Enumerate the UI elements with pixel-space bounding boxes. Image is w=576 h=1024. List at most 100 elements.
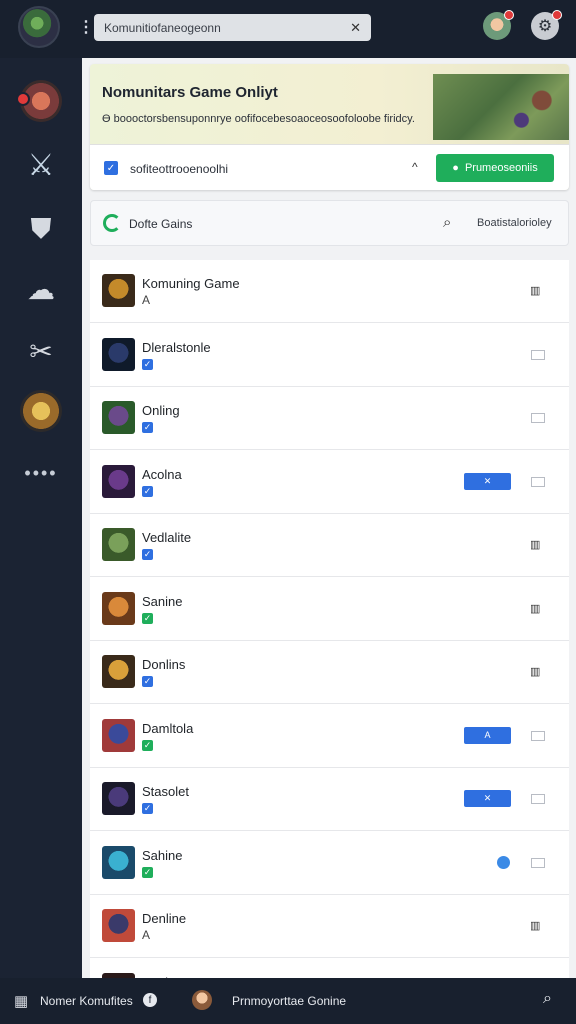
- game-thumbnail: [102, 909, 135, 942]
- game-list-row[interactable]: Damltola ✓ A: [90, 705, 569, 768]
- select-checkbox[interactable]: [531, 413, 545, 423]
- game-thumbnail: [102, 528, 135, 561]
- game-name: Sanine: [142, 593, 183, 609]
- sort-dropdown[interactable]: Boatistalorioley: [477, 217, 552, 229]
- game-status-badge: ✓: [142, 549, 153, 560]
- game-list: Komuning Game A ▥ Dleralstonle ✓ Onling ✓ Acoln…: [90, 260, 569, 978]
- game-list-row[interactable]: Denline A ▥: [90, 895, 569, 958]
- game-list-row[interactable]: Donlins ✓ ▥: [90, 641, 569, 704]
- game-status-badge: A: [142, 928, 151, 942]
- banner-title: Nomunitars Game Onliyt: [102, 84, 278, 101]
- select-checkbox[interactable]: [531, 349, 545, 360]
- bottom-search-icon[interactable]: ⌕: [543, 990, 552, 1008]
- game-name: Komuning Game: [142, 276, 240, 291]
- bottom-avatar[interactable]: [192, 990, 212, 1010]
- banner-game-image: [433, 74, 569, 140]
- search-text: Komunitiofaneogeonn: [104, 20, 221, 35]
- game-name: Damltola: [142, 720, 194, 736]
- game-list-row[interactable]: Stasolet ✓ ✕: [90, 768, 569, 831]
- search-icon[interactable]: ⌕: [443, 214, 451, 231]
- chat-icon[interactable]: ☁: [20, 268, 62, 310]
- row-action-button[interactable]: ✕: [464, 472, 511, 490]
- button-icon: ●: [452, 162, 459, 174]
- settings-gear-icon[interactable]: ⚙: [531, 10, 562, 40]
- game-status-badge: ✓: [142, 422, 153, 433]
- game-thumbnail: [102, 845, 135, 879]
- checkbox[interactable]: ✓: [104, 161, 118, 175]
- game-name: Sahine: [142, 847, 183, 863]
- game-name: Dleralstonle: [142, 339, 211, 355]
- filter-label: Dofte Gains: [129, 217, 193, 231]
- info-icon[interactable]: f: [143, 993, 157, 1007]
- select-checkbox[interactable]: [531, 730, 545, 741]
- promote-button[interactable]: ● Prumeoseoniis: [436, 154, 554, 182]
- game-list-row[interactable]: Dleralstonle ✓: [90, 324, 569, 387]
- sidebar-game-avatar-2[interactable]: [20, 390, 62, 432]
- game-list-row[interactable]: Onling ✓: [90, 387, 569, 450]
- game-status-badge: ✓: [142, 358, 153, 370]
- game-status-badge: ✓: [142, 485, 153, 497]
- row-action-button[interactable]: ✕: [464, 790, 511, 807]
- left-sidebar: ⚔ ⛊ ☁ ✂ ••••: [0, 58, 82, 978]
- more-vertical-icon[interactable]: ⋮: [78, 17, 94, 37]
- game-list-row[interactable]: Komuning Game A ▥: [90, 260, 569, 323]
- user-avatar[interactable]: [483, 10, 514, 40]
- game-thumbnail: [102, 591, 135, 625]
- more-horizontal-icon[interactable]: ••••: [20, 452, 62, 494]
- game-thumbnail: [102, 274, 135, 307]
- grid-icon[interactable]: ▦: [14, 992, 28, 1010]
- game-list-row[interactable]: Spolcenco: [90, 959, 569, 978]
- game-thumbnail: [102, 655, 135, 688]
- alert-dot: [16, 92, 30, 106]
- game-list-row[interactable]: Sanine ✓ ▥: [90, 578, 569, 641]
- sidebar-game-avatar-1[interactable]: [16, 80, 62, 122]
- caret-up-icon[interactable]: ^: [412, 160, 418, 174]
- game-status-badge: ✓: [142, 739, 153, 751]
- game-list-row[interactable]: Acolna ✓ ✕: [90, 451, 569, 514]
- featured-banner: Nomunitars Game Onliyt Ɵ boooctorsbensup…: [90, 64, 569, 190]
- game-status-badge: ✓: [142, 866, 153, 878]
- banner-description: Ɵ boooctorsbensuponnrye oofifocebesoaoce…: [102, 113, 415, 125]
- banner-actions: ✓ sofiteottrooenoolhi ^ ● Prumeoseoniis: [90, 144, 569, 190]
- grid-view-icon[interactable]: ▥: [530, 919, 540, 932]
- sword-icon[interactable]: ⚔: [20, 144, 62, 186]
- game-thumbnail: [102, 782, 135, 815]
- select-checkbox[interactable]: [531, 794, 545, 804]
- select-checkbox[interactable]: [531, 476, 545, 487]
- game-list-row[interactable]: Sahine ✓: [90, 832, 569, 895]
- game-thumbnail: [102, 464, 135, 498]
- main-panel: Nomunitars Game Onliyt Ɵ boooctorsbensup…: [82, 58, 576, 978]
- game-name: Donlins: [142, 657, 186, 672]
- game-status-badge: A: [142, 293, 151, 307]
- top-bar: ⋮ Komunitiofaneogeonn ✕ ⚙: [0, 0, 576, 58]
- settings-badge: [552, 10, 562, 20]
- bottom-label-game[interactable]: Prnmoyorttae Gonine: [232, 994, 346, 1008]
- row-action-button[interactable]: A: [464, 726, 511, 744]
- profile-avatar[interactable]: [18, 6, 60, 48]
- game-name: Acolna: [142, 466, 182, 482]
- grid-view-icon[interactable]: ▥: [530, 602, 540, 615]
- game-list-row[interactable]: Vedlalite ✓ ▥: [90, 514, 569, 577]
- banner-select-text[interactable]: sofiteottrooenoolhi: [130, 162, 228, 176]
- promote-button-label: Prumeoseoniis: [464, 162, 538, 174]
- status-dot-icon[interactable]: [497, 855, 510, 869]
- shield-icon[interactable]: ⛊: [20, 208, 62, 250]
- notification-badge: [504, 10, 514, 20]
- refresh-icon[interactable]: [103, 214, 121, 232]
- game-status-badge: ✓: [142, 612, 153, 624]
- tools-icon[interactable]: ✂: [20, 330, 62, 372]
- game-status-badge: ✓: [142, 803, 153, 814]
- select-checkbox[interactable]: [531, 857, 545, 868]
- grid-view-icon[interactable]: ▥: [530, 284, 540, 297]
- grid-view-icon[interactable]: ▥: [530, 665, 540, 678]
- search-input[interactable]: Komunitiofaneogeonn ✕: [94, 14, 371, 41]
- game-name: Stasolet: [142, 784, 189, 799]
- game-name: Denline: [142, 911, 187, 926]
- game-thumbnail: [102, 718, 135, 752]
- bottom-label-communities[interactable]: Nomer Komufites: [40, 994, 133, 1008]
- game-thumbnail: [102, 401, 135, 434]
- game-thumbnail: [102, 337, 135, 371]
- grid-view-icon[interactable]: ▥: [530, 538, 540, 551]
- close-icon[interactable]: ✕: [350, 20, 361, 36]
- filter-bar: Dofte Gains ⌕ Boatistalorioley: [90, 200, 569, 246]
